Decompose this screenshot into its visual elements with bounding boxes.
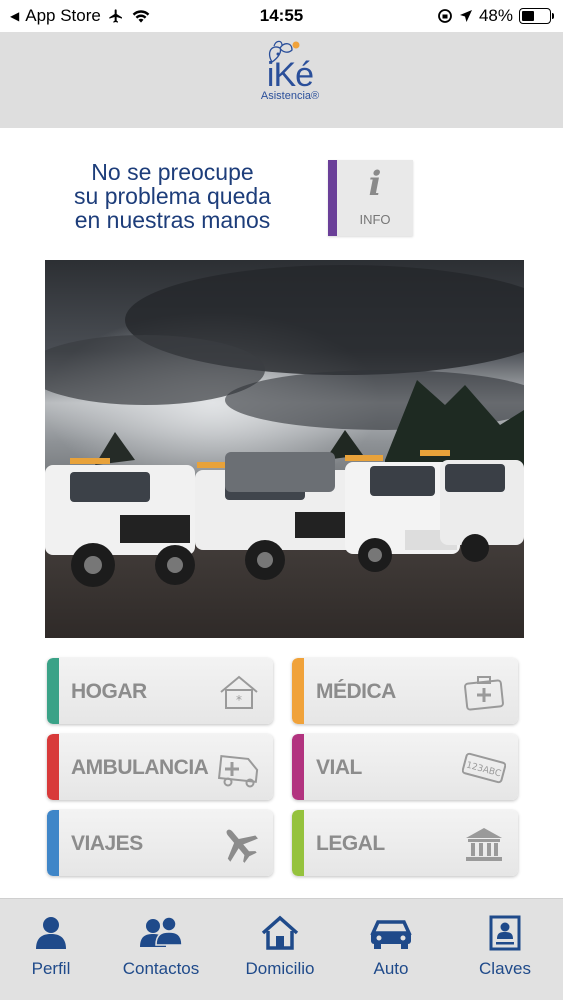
bottom-tab-bar: Perfil Contactos Domicilio Auto Claves: [0, 898, 563, 1000]
service-accent-bar: [47, 658, 59, 724]
service-label: MÉDICA: [316, 680, 396, 703]
service-label: LEGAL: [316, 832, 385, 855]
tow-trucks-photo: [45, 260, 524, 638]
service-button-legal[interactable]: LEGAL: [292, 810, 518, 876]
info-icon: i: [368, 164, 382, 204]
tab-label: Perfil: [31, 959, 71, 978]
service-label: VIAJES: [71, 832, 143, 855]
service-button-medica[interactable]: MÉDICA: [292, 658, 518, 724]
id-card-icon: [489, 915, 521, 951]
tab-label: Claves: [479, 959, 531, 978]
ambulance-icon: [217, 754, 259, 788]
status-bar: ◀ App Store 14:55 48%: [0, 0, 563, 32]
tab-auto[interactable]: Auto: [340, 899, 442, 1000]
tagline-line-2: su problema queda: [74, 183, 271, 209]
tab-label: Domicilio: [245, 959, 315, 978]
tab-claves[interactable]: Claves: [455, 899, 555, 1000]
tab-contactos[interactable]: Contactos: [110, 899, 212, 1000]
svg-text:123ABC: 123ABC: [465, 760, 502, 779]
service-label: AMBULANCIA: [71, 756, 209, 779]
car-icon: [370, 920, 412, 949]
courthouse-icon: [466, 828, 502, 861]
house-icon: *: [220, 675, 258, 709]
app-header: iKé Asistencia®: [0, 32, 563, 128]
tab-perfil[interactable]: Perfil: [0, 899, 102, 1000]
service-label: VIAL: [316, 756, 362, 779]
service-button-ambulancia[interactable]: AMBULANCIA: [47, 734, 273, 800]
service-label: HOGAR: [71, 680, 147, 703]
logo-subtitle: Asistencia®: [260, 90, 320, 102]
ike-logo: iKé Asistencia®: [250, 40, 330, 122]
service-accent-bar: [47, 734, 59, 800]
service-button-viajes[interactable]: VIAJES: [47, 810, 273, 876]
tab-domicilio[interactable]: Domicilio: [230, 899, 330, 1000]
service-accent-bar: [47, 810, 59, 876]
tagline-line-1: No se preocupe: [91, 159, 254, 185]
license-plate-icon: 123ABC: [462, 752, 506, 784]
battery-icon: [519, 8, 554, 24]
service-accent-bar: [292, 810, 304, 876]
service-accent-bar: [292, 734, 304, 800]
house-icon: [261, 915, 299, 950]
tab-label: Auto: [373, 959, 409, 978]
logo-flower-icon: [268, 40, 300, 63]
service-button-vial[interactable]: VIAL 123ABC: [292, 734, 518, 800]
svg-text:*: *: [236, 693, 242, 707]
person-icon: [36, 917, 66, 949]
battery-percent: 48%: [478, 6, 513, 25]
people-icon: [140, 916, 183, 947]
airplane-icon: [226, 829, 258, 863]
first-aid-kit-icon: [464, 676, 504, 711]
tab-label: Contactos: [122, 959, 200, 978]
info-label: INFO: [359, 212, 391, 227]
info-button[interactable]: i INFO: [328, 160, 413, 236]
tagline-line-3: en nuestras manos: [74, 207, 271, 233]
service-accent-bar: [292, 658, 304, 724]
service-button-hogar[interactable]: HOGAR *: [47, 658, 273, 724]
location-icon: [459, 10, 472, 22]
orientation-lock-icon: [438, 9, 452, 23]
tagline: No se preocupe su problema queda en nues…: [40, 160, 305, 232]
